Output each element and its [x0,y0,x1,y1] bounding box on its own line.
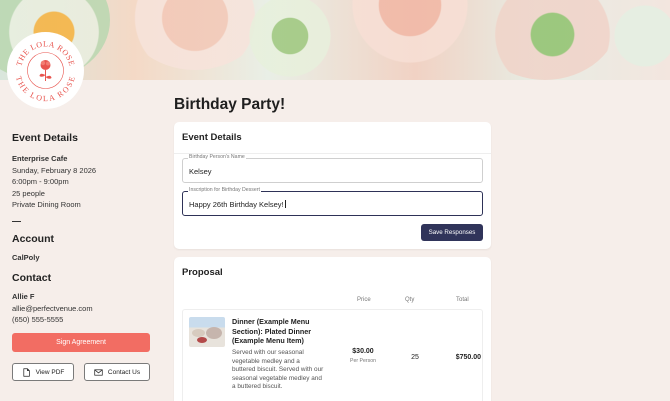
menu-item-photo [189,317,225,347]
contact-us-button[interactable]: Contact Us [84,363,150,381]
venue-logo: THE LOLA ROSE THE LOLA ROSE [9,34,82,107]
contact-phone[interactable]: (650) 555-5555 [12,314,152,326]
divider [12,220,21,222]
item-total: $750.00 [455,354,481,361]
proposal-line-item: Dinner (Example Menu Section): Plated Di… [182,309,483,401]
item-price: $30.00 [352,348,374,355]
proposal-title: Proposal [182,267,223,278]
birthday-name-field[interactable]: Birthday Person's Name Kelsey [182,154,483,183]
event-sidebar: Event Details Enterprise Cafe Sunday, Fe… [12,132,152,326]
birthday-name-label: Birthday Person's Name [188,154,246,160]
venue-name: Enterprise Cafe [12,154,68,163]
save-responses-button[interactable]: Save Responses [421,224,483,241]
inscription-value: Happy 26th Birthday Kelsey! [189,200,284,209]
item-quantity: 25 [411,354,419,361]
account-name: CalPoly [12,252,40,262]
inscription-value-wrap: Happy 26th Birthday Kelsey! [189,200,286,209]
contact-us-label: Contact Us [107,368,141,376]
birthday-name-value: Kelsey [189,167,212,176]
total-column-header: Total [456,297,469,303]
mail-icon [94,368,103,376]
room-name: Private Dining Room [12,200,81,209]
event-details-heading: Event Details [12,132,78,144]
view-pdf-label: View PDF [35,368,65,376]
proposal-card: Proposal Price Qty Total Dinner (Example… [174,257,491,401]
event-time: 6:00pm - 9:00pm [12,177,69,186]
account-heading: Account [12,232,54,245]
contact-email[interactable]: allie@perfectvenue.com [12,303,152,315]
contact-name: Allie F [12,292,35,301]
event-date: Sunday, February 8 2026 [12,165,97,175]
text-cursor [284,200,286,208]
sign-agreement-button[interactable]: Sign Agreement [12,333,150,352]
hero-banner-image [0,0,670,80]
price-column-header: Price [357,297,371,303]
page-title: Birthday Party! [174,96,286,113]
event-card-title: Event Details [174,122,491,154]
contact-heading: Contact [12,272,52,284]
document-icon [23,367,30,377]
view-pdf-button[interactable]: View PDF [12,363,74,381]
qty-column-header: Qty [405,297,415,303]
inscription-field[interactable]: Inscription for Birthday Dessert Happy 2… [182,187,483,216]
item-name: Dinner (Example Menu Section): Plated Di… [232,317,312,345]
inscription-label: Inscription for Birthday Dessert [188,187,261,193]
guest-count: 25 people [12,188,45,198]
item-price-unit: Per Person [350,358,376,364]
event-details-card: Event Details Birthday Person's Name Kel… [174,122,491,249]
item-description: Served with our seasonal vegetable medle… [232,349,324,391]
